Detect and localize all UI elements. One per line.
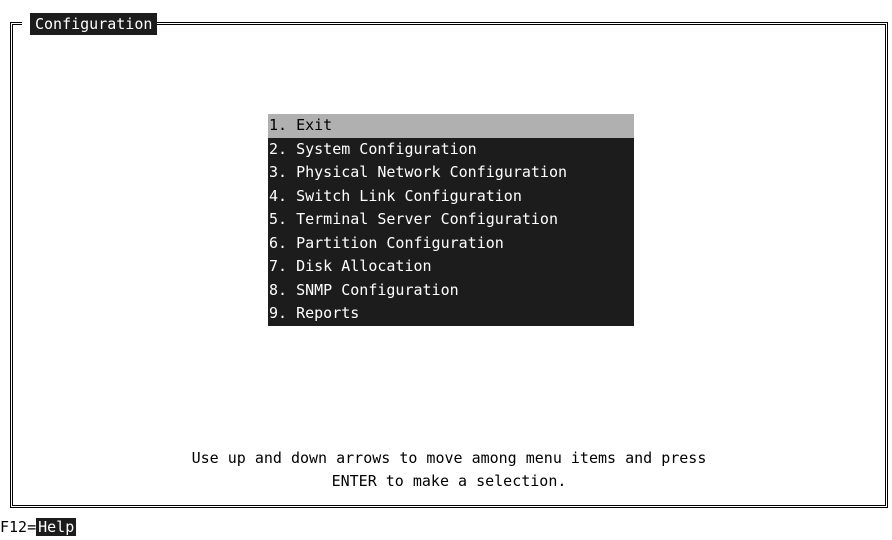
menu-item-switch-link-configuration[interactable]: 4. Switch Link Configuration [268, 185, 634, 209]
window-title: Configuration [30, 13, 158, 35]
main-menu: 1. Exit 2. System Configuration 3. Physi… [268, 114, 634, 326]
help-key-action[interactable]: Help [36, 518, 77, 536]
instructions-line-2: ENTER to make a selection. [331, 472, 567, 490]
function-key-bar: F12= Help [0, 517, 77, 537]
title-gap [22, 16, 30, 30]
menu-item-partition-configuration[interactable]: 6. Partition Configuration [268, 232, 634, 256]
menu-item-system-configuration[interactable]: 2. System Configuration [268, 138, 634, 162]
instructions-line-1: Use up and down arrows to move among men… [191, 449, 707, 467]
menu-item-disk-allocation[interactable]: 7. Disk Allocation [268, 255, 634, 279]
f12-key-label: F12= [0, 518, 37, 536]
menu-item-snmp-configuration[interactable]: 8. SNMP Configuration [268, 279, 634, 303]
menu-item-exit[interactable]: 1. Exit [268, 114, 634, 138]
menu-item-physical-network-configuration[interactable]: 3. Physical Network Configuration [268, 161, 634, 185]
menu-item-reports[interactable]: 9. Reports [268, 302, 634, 326]
menu-item-terminal-server-configuration[interactable]: 5. Terminal Server Configuration [268, 208, 634, 232]
